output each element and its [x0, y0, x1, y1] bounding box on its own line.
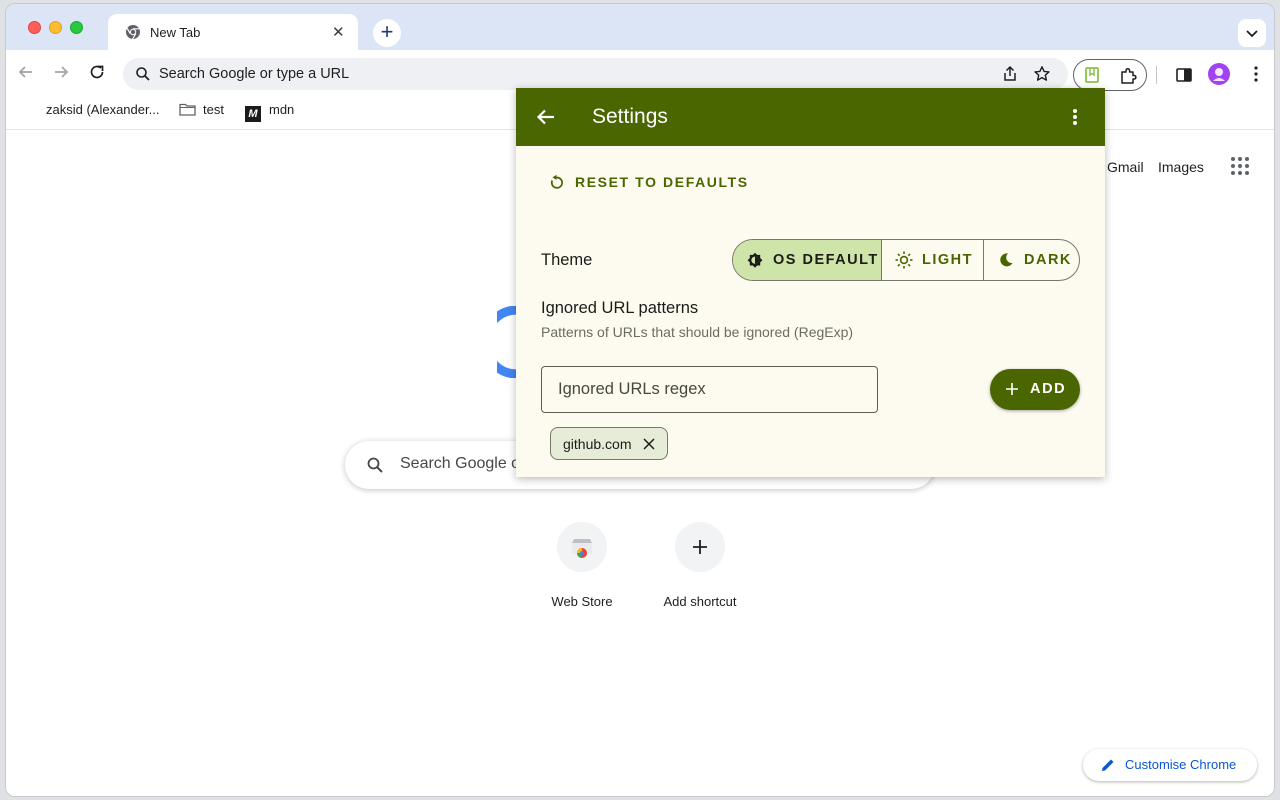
- shortcut-tile: [675, 522, 725, 572]
- plus-icon: [1006, 383, 1018, 395]
- chip-label: github.com: [563, 436, 632, 452]
- add-pattern-button[interactable]: ADD: [990, 369, 1080, 410]
- side-panel-icon[interactable]: [1175, 66, 1193, 84]
- search-icon: [367, 457, 383, 473]
- theme-option-label: LIGHT: [922, 252, 973, 268]
- reload-icon[interactable]: [87, 62, 107, 82]
- contrast-icon: [747, 252, 763, 268]
- extension-bookmark-icon[interactable]: [1083, 66, 1101, 84]
- ignored-urls-regex-input[interactable]: [541, 366, 878, 413]
- bookmark-label: zaksid (Alexander...: [46, 102, 160, 117]
- theme-segmented-control: OS DEFAULT LIGHT DARK: [732, 239, 1080, 281]
- new-tab-button[interactable]: +: [373, 19, 401, 47]
- bookmark-test[interactable]: test: [179, 102, 224, 122]
- moon-icon: [1000, 253, 1013, 267]
- theme-option-light[interactable]: LIGHT: [882, 240, 983, 280]
- theme-option-os-default[interactable]: OS DEFAULT: [733, 240, 881, 280]
- pattern-chip[interactable]: github.com: [550, 427, 668, 460]
- tab-search-button[interactable]: [1238, 19, 1266, 47]
- plus-icon: [693, 540, 707, 554]
- ignored-patterns-subtitle: Patterns of URLs that should be ignored …: [541, 324, 854, 340]
- tab-close-icon[interactable]: ✕: [332, 23, 345, 41]
- search-icon: [136, 67, 150, 81]
- customise-chrome-label: Customise Chrome: [1125, 757, 1237, 772]
- theme-label: Theme: [541, 251, 593, 269]
- back-arrow-icon[interactable]: [535, 106, 557, 128]
- tab-new-tab[interactable]: New Tab ✕: [108, 14, 358, 50]
- shortcut-tile: [557, 522, 607, 572]
- reset-icon: [550, 174, 563, 189]
- minimize-window-button[interactable]: [49, 21, 62, 34]
- bookmark-label: test: [203, 102, 224, 117]
- images-link[interactable]: Images: [1158, 159, 1204, 175]
- bookmark-mdn[interactable]: Mmdn: [245, 102, 294, 122]
- add-label: ADD: [1030, 381, 1067, 397]
- bookmark-zaksid[interactable]: zaksid (Alexander...: [46, 102, 159, 122]
- omnibox[interactable]: Search Google or type a URL: [123, 58, 1068, 90]
- popup-header: Settings: [516, 88, 1105, 146]
- sun-icon: [895, 251, 913, 269]
- more-options-icon[interactable]: [1065, 106, 1085, 128]
- avatar-icon: [1213, 68, 1225, 81]
- theme-option-label: DARK: [1024, 252, 1072, 268]
- mdn-icon: M: [245, 106, 261, 122]
- omnibox-text: Search Google or type a URL: [159, 66, 350, 82]
- popup-title: Settings: [592, 105, 668, 128]
- chevron-down-icon: [1246, 30, 1258, 38]
- shortcut-web-store[interactable]: Web Store: [527, 522, 637, 609]
- tab-title: New Tab: [150, 25, 201, 40]
- puzzle-icon[interactable]: [1118, 66, 1138, 86]
- webstore-icon: [572, 539, 592, 558]
- shortcut-label: Web Store: [551, 594, 613, 609]
- chip-remove-icon[interactable]: [642, 437, 656, 451]
- shortcut-label: Add shortcut: [663, 594, 737, 609]
- pencil-icon: [1102, 759, 1114, 771]
- share-icon[interactable]: [1001, 65, 1019, 83]
- folder-icon: [179, 103, 196, 116]
- bookmark-label: mdn: [269, 102, 295, 117]
- extension-settings-popup: Settings RESET TO DEFAULTS Theme OS DEFA…: [516, 88, 1105, 477]
- extensions-group: [1073, 59, 1147, 91]
- star-icon[interactable]: [1033, 65, 1051, 83]
- profile-avatar[interactable]: [1208, 63, 1230, 85]
- toolbar-divider: [1156, 66, 1157, 84]
- browser-menu-icon[interactable]: [1246, 64, 1266, 84]
- chrome-icon: [126, 25, 140, 40]
- back-icon[interactable]: [16, 62, 36, 82]
- reset-label: RESET TO DEFAULTS: [575, 174, 749, 190]
- gmail-link[interactable]: Gmail: [1107, 159, 1144, 175]
- theme-option-dark[interactable]: DARK: [984, 240, 1079, 280]
- ignored-patterns-title: Ignored URL patterns: [541, 299, 699, 317]
- apps-grid-icon[interactable]: [1230, 156, 1250, 176]
- customise-chrome-button[interactable]: Customise Chrome: [1083, 749, 1257, 781]
- forward-icon[interactable]: [51, 62, 71, 82]
- theme-option-label: OS DEFAULT: [773, 252, 879, 268]
- tab-strip: New Tab ✕ +: [6, 4, 1274, 50]
- shortcut-add[interactable]: Add shortcut: [645, 522, 755, 609]
- maximize-window-button[interactable]: [70, 21, 83, 34]
- close-window-button[interactable]: [28, 21, 41, 34]
